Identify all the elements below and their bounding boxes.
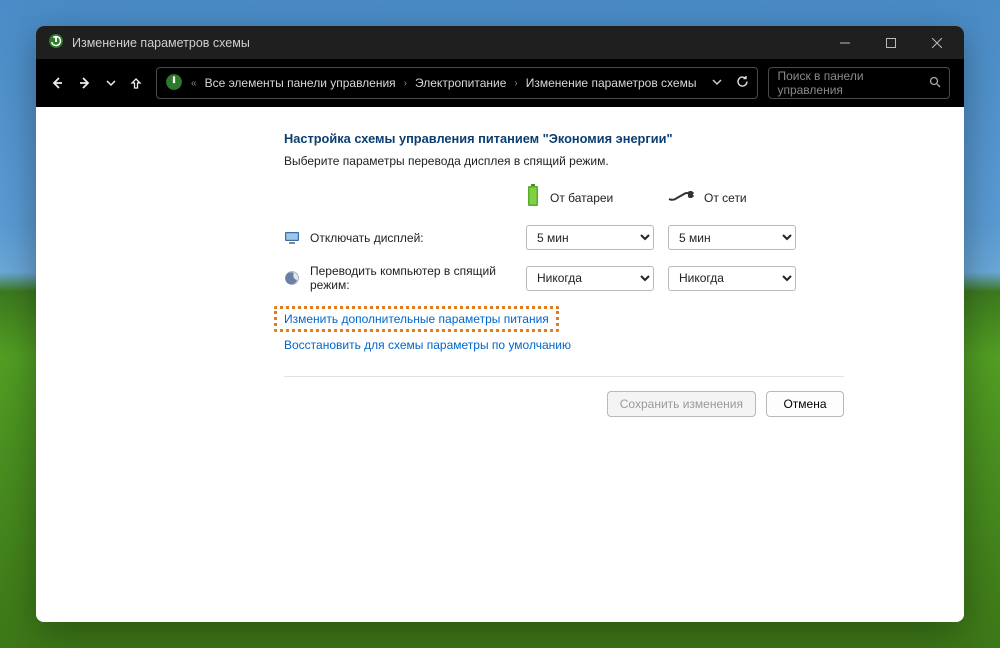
row-sleep-label: Переводить компьютер в спящий режим: — [310, 264, 500, 292]
display-off-icon — [284, 230, 300, 246]
address-bar[interactable]: « Все элементы панели управления › Элект… — [156, 67, 758, 99]
chevron-right-icon: › — [514, 78, 517, 89]
page-subtitle: Выберите параметры перевода дисплея в сп… — [284, 154, 844, 168]
cancel-button[interactable]: Отмена — [766, 391, 844, 417]
control-panel-window: Изменение параметров схемы « Все элемент… — [36, 26, 964, 622]
sleep-icon — [284, 270, 300, 286]
column-header-plug-label: От сети — [704, 191, 747, 205]
column-header-battery: От батареи — [526, 184, 656, 211]
chevron-right-icon: › — [404, 78, 407, 89]
row-sleep: Переводить компьютер в спящий режим: Ник… — [284, 264, 844, 292]
app-icon — [48, 33, 64, 52]
column-header-battery-label: От батареи — [550, 191, 613, 205]
forward-button[interactable] — [78, 76, 92, 90]
content-area: Настройка схемы управления питанием "Эко… — [36, 107, 964, 622]
page-title: Настройка схемы управления питанием "Эко… — [284, 131, 844, 146]
refresh-button[interactable] — [736, 75, 749, 91]
address-dropdown-button[interactable] — [712, 76, 722, 90]
titlebar: Изменение параметров схемы — [36, 26, 964, 59]
search-input[interactable]: Поиск в панели управления — [768, 67, 950, 99]
maximize-button[interactable] — [868, 26, 914, 59]
footer-buttons: Сохранить изменения Отмена — [284, 377, 844, 417]
recent-dropdown-button[interactable] — [106, 78, 116, 88]
location-icon — [165, 73, 183, 94]
breadcrumb-item[interactable]: Электропитание — [415, 76, 506, 90]
search-icon — [929, 76, 941, 91]
breadcrumb-item[interactable]: Все элементы панели управления — [205, 76, 396, 90]
display-off-plug-select[interactable]: 5 мин — [668, 225, 796, 250]
plug-icon — [668, 189, 694, 206]
column-header-plug: От сети — [668, 189, 798, 206]
restore-defaults-link[interactable]: Восстановить для схемы параметры по умол… — [274, 332, 581, 358]
row-display-off: Отключать дисплей: 5 мин 5 мин — [284, 225, 844, 250]
up-button[interactable] — [130, 77, 142, 89]
sleep-battery-select[interactable]: Никогда — [526, 266, 654, 291]
back-button[interactable] — [50, 76, 64, 90]
breadcrumb: Все элементы панели управления › Электро… — [205, 76, 697, 90]
minimize-button[interactable] — [822, 26, 868, 59]
window-controls — [822, 26, 960, 59]
save-button[interactable]: Сохранить изменения — [607, 391, 756, 417]
close-button[interactable] — [914, 26, 960, 59]
display-off-battery-select[interactable]: 5 мин — [526, 225, 654, 250]
window-title: Изменение параметров схемы — [72, 36, 250, 50]
search-placeholder: Поиск в панели управления — [777, 69, 929, 97]
row-display-off-label: Отключать дисплей: — [310, 231, 424, 245]
breadcrumb-root-chevron[interactable]: « — [191, 78, 197, 89]
advanced-power-link[interactable]: Изменить дополнительные параметры питани… — [274, 306, 559, 332]
breadcrumb-item[interactable]: Изменение параметров схемы — [526, 76, 697, 90]
sleep-plug-select[interactable]: Никогда — [668, 266, 796, 291]
battery-icon — [526, 184, 540, 211]
navbar: « Все элементы панели управления › Элект… — [36, 59, 964, 107]
